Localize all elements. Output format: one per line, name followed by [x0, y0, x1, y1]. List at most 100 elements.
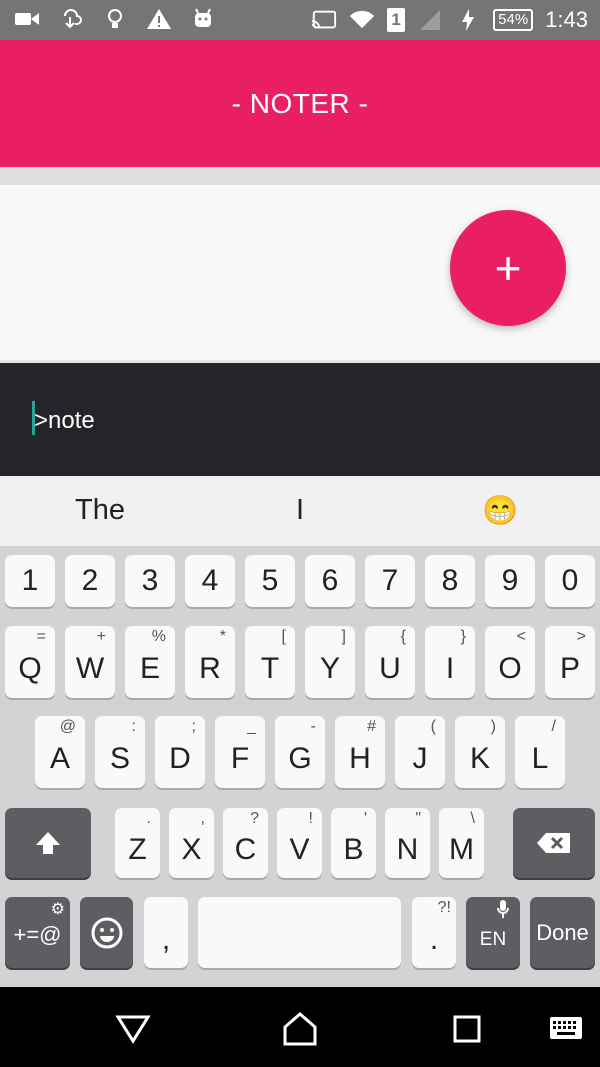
- key-z[interactable]: .Z: [115, 808, 160, 878]
- key-b[interactable]: ' B: [331, 808, 376, 878]
- key-q[interactable]: = Q: [5, 626, 55, 698]
- key-l[interactable]: / L: [515, 716, 565, 788]
- key-hint: @: [59, 718, 76, 735]
- key-hint: ,: [200, 810, 205, 827]
- battery-level: 54%: [493, 9, 534, 31]
- key-9[interactable]: 9: [485, 555, 535, 607]
- charging-icon: [455, 7, 481, 33]
- key-label: S: [109, 742, 130, 775]
- key-4[interactable]: 4: [185, 555, 235, 607]
- key-hint: ?: [250, 810, 259, 827]
- key-2[interactable]: 2: [65, 555, 115, 607]
- key-x[interactable]: ,X: [169, 808, 214, 878]
- space-key[interactable]: [198, 897, 401, 968]
- key-label: Q: [18, 652, 42, 685]
- warning-icon: [146, 6, 172, 32]
- key-g[interactable]: -G: [275, 716, 325, 788]
- key-e[interactable]: % E: [125, 626, 175, 698]
- comma-key[interactable]: ,: [144, 897, 188, 968]
- navigation-bar: [0, 987, 600, 1067]
- signal-icon: [417, 7, 443, 33]
- key-label: I: [445, 652, 455, 685]
- key-hint: =: [36, 628, 46, 645]
- key-h[interactable]: # H: [335, 716, 385, 788]
- key-label: T: [260, 652, 280, 685]
- key-label: Y: [319, 652, 340, 685]
- note-input-bar: [0, 363, 600, 476]
- key-0[interactable]: 0: [545, 555, 595, 607]
- emoji-key[interactable]: [80, 897, 133, 968]
- key-5[interactable]: 5: [245, 555, 295, 607]
- divider: [0, 167, 600, 185]
- key-u[interactable]: {U: [365, 626, 415, 698]
- status-bar: 1 54% 1:43: [0, 0, 600, 40]
- key-label: 1: [21, 564, 39, 597]
- on-screen-keyboard: ⚙ +=@ , ?! . EN Done 1 2 3 4 5 6 7 8 9 0 = Q + W% E * R[…: [0, 546, 600, 987]
- key-1[interactable]: 1: [5, 555, 55, 607]
- app-bar: - NOTER -: [0, 40, 600, 167]
- key-o[interactable]: < O: [485, 626, 535, 698]
- cast-icon: [311, 7, 337, 33]
- note-input[interactable]: [34, 401, 554, 441]
- key-label: U: [379, 652, 401, 685]
- key-label: 3: [141, 564, 159, 597]
- key-i[interactable]: } I: [425, 626, 475, 698]
- key-label: V: [289, 833, 310, 866]
- key-r[interactable]: * R: [185, 626, 235, 698]
- suggestion-1[interactable]: The: [0, 494, 200, 527]
- key-7[interactable]: 7: [365, 555, 415, 607]
- key-w[interactable]: + W: [65, 626, 115, 698]
- backspace-icon: [537, 833, 570, 853]
- app-title: - NOTER -: [231, 88, 369, 119]
- key-y[interactable]: ] Y: [305, 626, 355, 698]
- key-s[interactable]: :S: [95, 716, 145, 788]
- key-hint: \: [470, 810, 475, 827]
- key-hint: ": [415, 810, 421, 827]
- key-6[interactable]: 6: [305, 555, 355, 607]
- key-m[interactable]: \ M: [439, 808, 484, 878]
- period-key[interactable]: ?! .: [412, 897, 456, 968]
- suggestion-2[interactable]: I: [200, 494, 400, 527]
- sim-badge: 1: [387, 8, 406, 32]
- key-hint: {: [400, 628, 406, 645]
- key-hint: ;: [191, 718, 196, 735]
- key-v[interactable]: ! V: [277, 808, 322, 878]
- gear-icon: ⚙: [50, 901, 65, 918]
- key-label: 2: [81, 564, 99, 597]
- add-note-button[interactable]: +: [450, 210, 566, 326]
- suggestion-emoji[interactable]: 😁: [400, 494, 600, 528]
- key-hint: }: [460, 628, 466, 645]
- key-hint: #: [367, 718, 376, 735]
- recents-icon[interactable]: [447, 1009, 487, 1049]
- key-8[interactable]: 8: [425, 555, 475, 607]
- key-p[interactable]: > P: [545, 626, 595, 698]
- key-hint: <: [516, 628, 526, 645]
- backspace-key[interactable]: [513, 808, 595, 878]
- key-t[interactable]: [T: [245, 626, 295, 698]
- key-3[interactable]: 3: [125, 555, 175, 607]
- plus-icon: +: [494, 242, 522, 294]
- done-key[interactable]: Done: [530, 897, 595, 968]
- key-f[interactable]: _ F: [215, 716, 265, 788]
- key-j[interactable]: (J: [395, 716, 445, 788]
- shift-icon: [36, 832, 60, 854]
- key-label: E: [139, 652, 160, 685]
- keyboard-switch-icon[interactable]: [546, 1009, 586, 1049]
- key-label: H: [349, 742, 371, 775]
- shift-key[interactable]: [5, 808, 91, 878]
- key-hint: (: [430, 718, 436, 735]
- key-d[interactable]: ; D: [155, 716, 205, 788]
- key-k[interactable]: ) K: [455, 716, 505, 788]
- home-icon[interactable]: [280, 1009, 320, 1049]
- back-icon[interactable]: [113, 1009, 153, 1049]
- key-hint: _: [247, 718, 256, 735]
- key-hint: /: [551, 718, 556, 735]
- symbols-key[interactable]: ⚙ +=@: [5, 897, 70, 968]
- language-key[interactable]: EN: [466, 897, 520, 968]
- key-a[interactable]: @ A: [35, 716, 85, 788]
- key-label: 5: [261, 564, 279, 597]
- key-n[interactable]: " N: [385, 808, 430, 878]
- key-c[interactable]: ? C: [223, 808, 268, 878]
- bulb-icon: [102, 6, 128, 32]
- key-label: K: [469, 742, 490, 775]
